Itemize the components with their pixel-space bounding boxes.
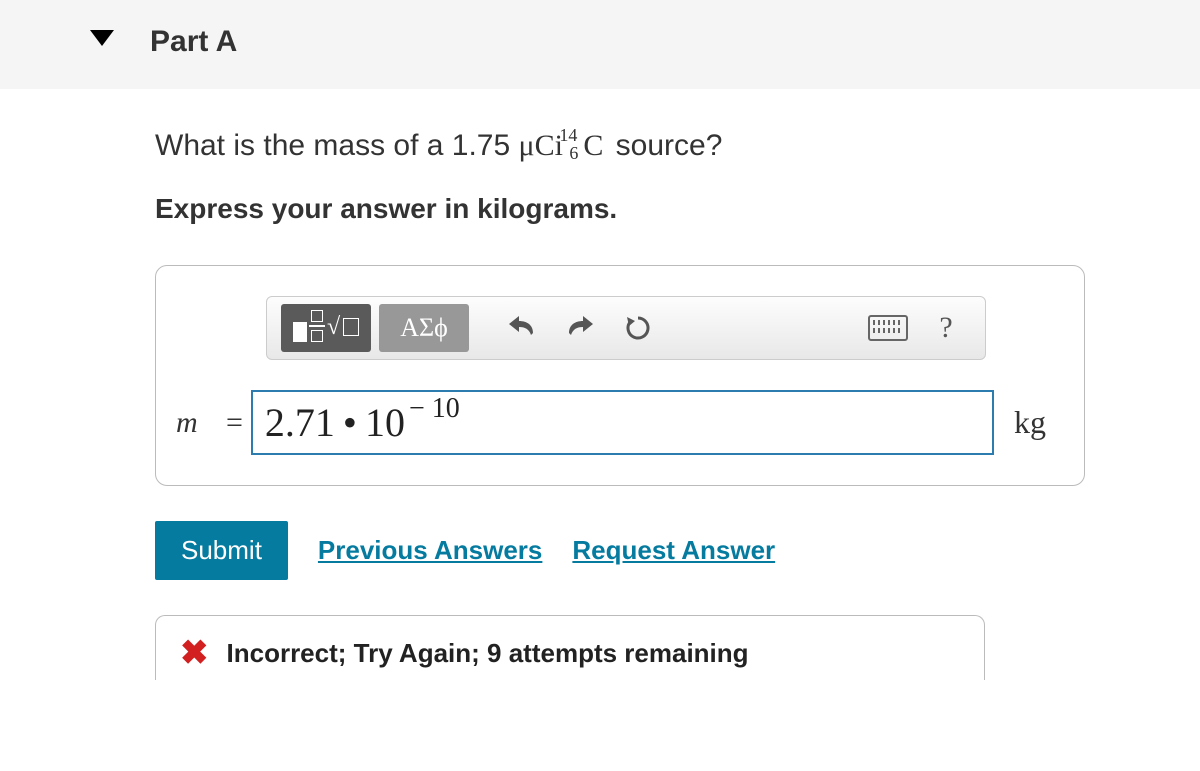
greek-letters-button[interactable]: ΑΣϕ bbox=[379, 304, 469, 352]
part-content: What is the mass of a 1.75 μCi 14 6 C so… bbox=[0, 89, 1200, 690]
reset-icon bbox=[623, 313, 653, 343]
keyboard-icon bbox=[868, 315, 908, 341]
help-button[interactable]: ? bbox=[921, 304, 971, 352]
question-suffix: source? bbox=[607, 129, 722, 162]
equals-sign: = bbox=[226, 406, 243, 440]
feedback-box: ✖ Incorrect; Try Again; 9 attempts remai… bbox=[155, 615, 985, 680]
equation-templates-button[interactable]: √ bbox=[281, 304, 371, 352]
answer-exponent: − 10 bbox=[409, 393, 460, 425]
collapse-icon[interactable] bbox=[90, 30, 114, 46]
incorrect-icon: ✖ bbox=[180, 636, 209, 670]
undo-icon bbox=[507, 315, 537, 341]
question-prefix: What is the mass of a 1.75 bbox=[155, 129, 519, 162]
answer-unit: kg bbox=[1014, 404, 1054, 441]
submit-button[interactable]: Submit bbox=[155, 521, 288, 580]
part-title: Part A bbox=[150, 25, 237, 59]
part-header: Part A bbox=[0, 0, 1200, 89]
action-row: Submit Previous Answers Request Answer bbox=[155, 521, 1140, 580]
keyboard-button[interactable] bbox=[863, 304, 913, 352]
answer-ten: 10 bbox=[365, 399, 405, 446]
variable-label: m bbox=[176, 406, 226, 440]
previous-answers-link[interactable]: Previous Answers bbox=[318, 535, 542, 566]
redo-button[interactable] bbox=[555, 304, 605, 352]
question-text: What is the mass of a 1.75 μCi 14 6 C so… bbox=[155, 129, 1140, 163]
redo-icon bbox=[565, 315, 595, 341]
problem-container: Part A What is the mass of a 1.75 μCi 14… bbox=[0, 0, 1200, 690]
request-answer-link[interactable]: Request Answer bbox=[572, 535, 775, 566]
reset-button[interactable] bbox=[613, 304, 663, 352]
answer-base: 2.71 bbox=[265, 399, 335, 446]
equation-templates-icon: √ bbox=[291, 308, 361, 348]
answer-input[interactable]: 2.71 • 10 − 10 bbox=[251, 390, 994, 455]
feedback-text: Incorrect; Try Again; 9 attempts remaini… bbox=[227, 638, 749, 669]
mu-symbol: μ bbox=[519, 129, 535, 162]
isotope-notation: 14 6 C bbox=[583, 129, 603, 163]
undo-button[interactable] bbox=[497, 304, 547, 352]
equation-toolbar: √ ΑΣϕ bbox=[266, 296, 986, 360]
isotope-element: C bbox=[583, 129, 603, 162]
answer-input-row: m = 2.71 • 10 − 10 kg bbox=[176, 390, 1054, 455]
answer-instruction: Express your answer in kilograms. bbox=[155, 193, 1140, 225]
isotope-charge: 6 bbox=[569, 143, 578, 164]
answer-box: √ ΑΣϕ bbox=[155, 265, 1085, 486]
answer-dot: • bbox=[343, 399, 357, 446]
